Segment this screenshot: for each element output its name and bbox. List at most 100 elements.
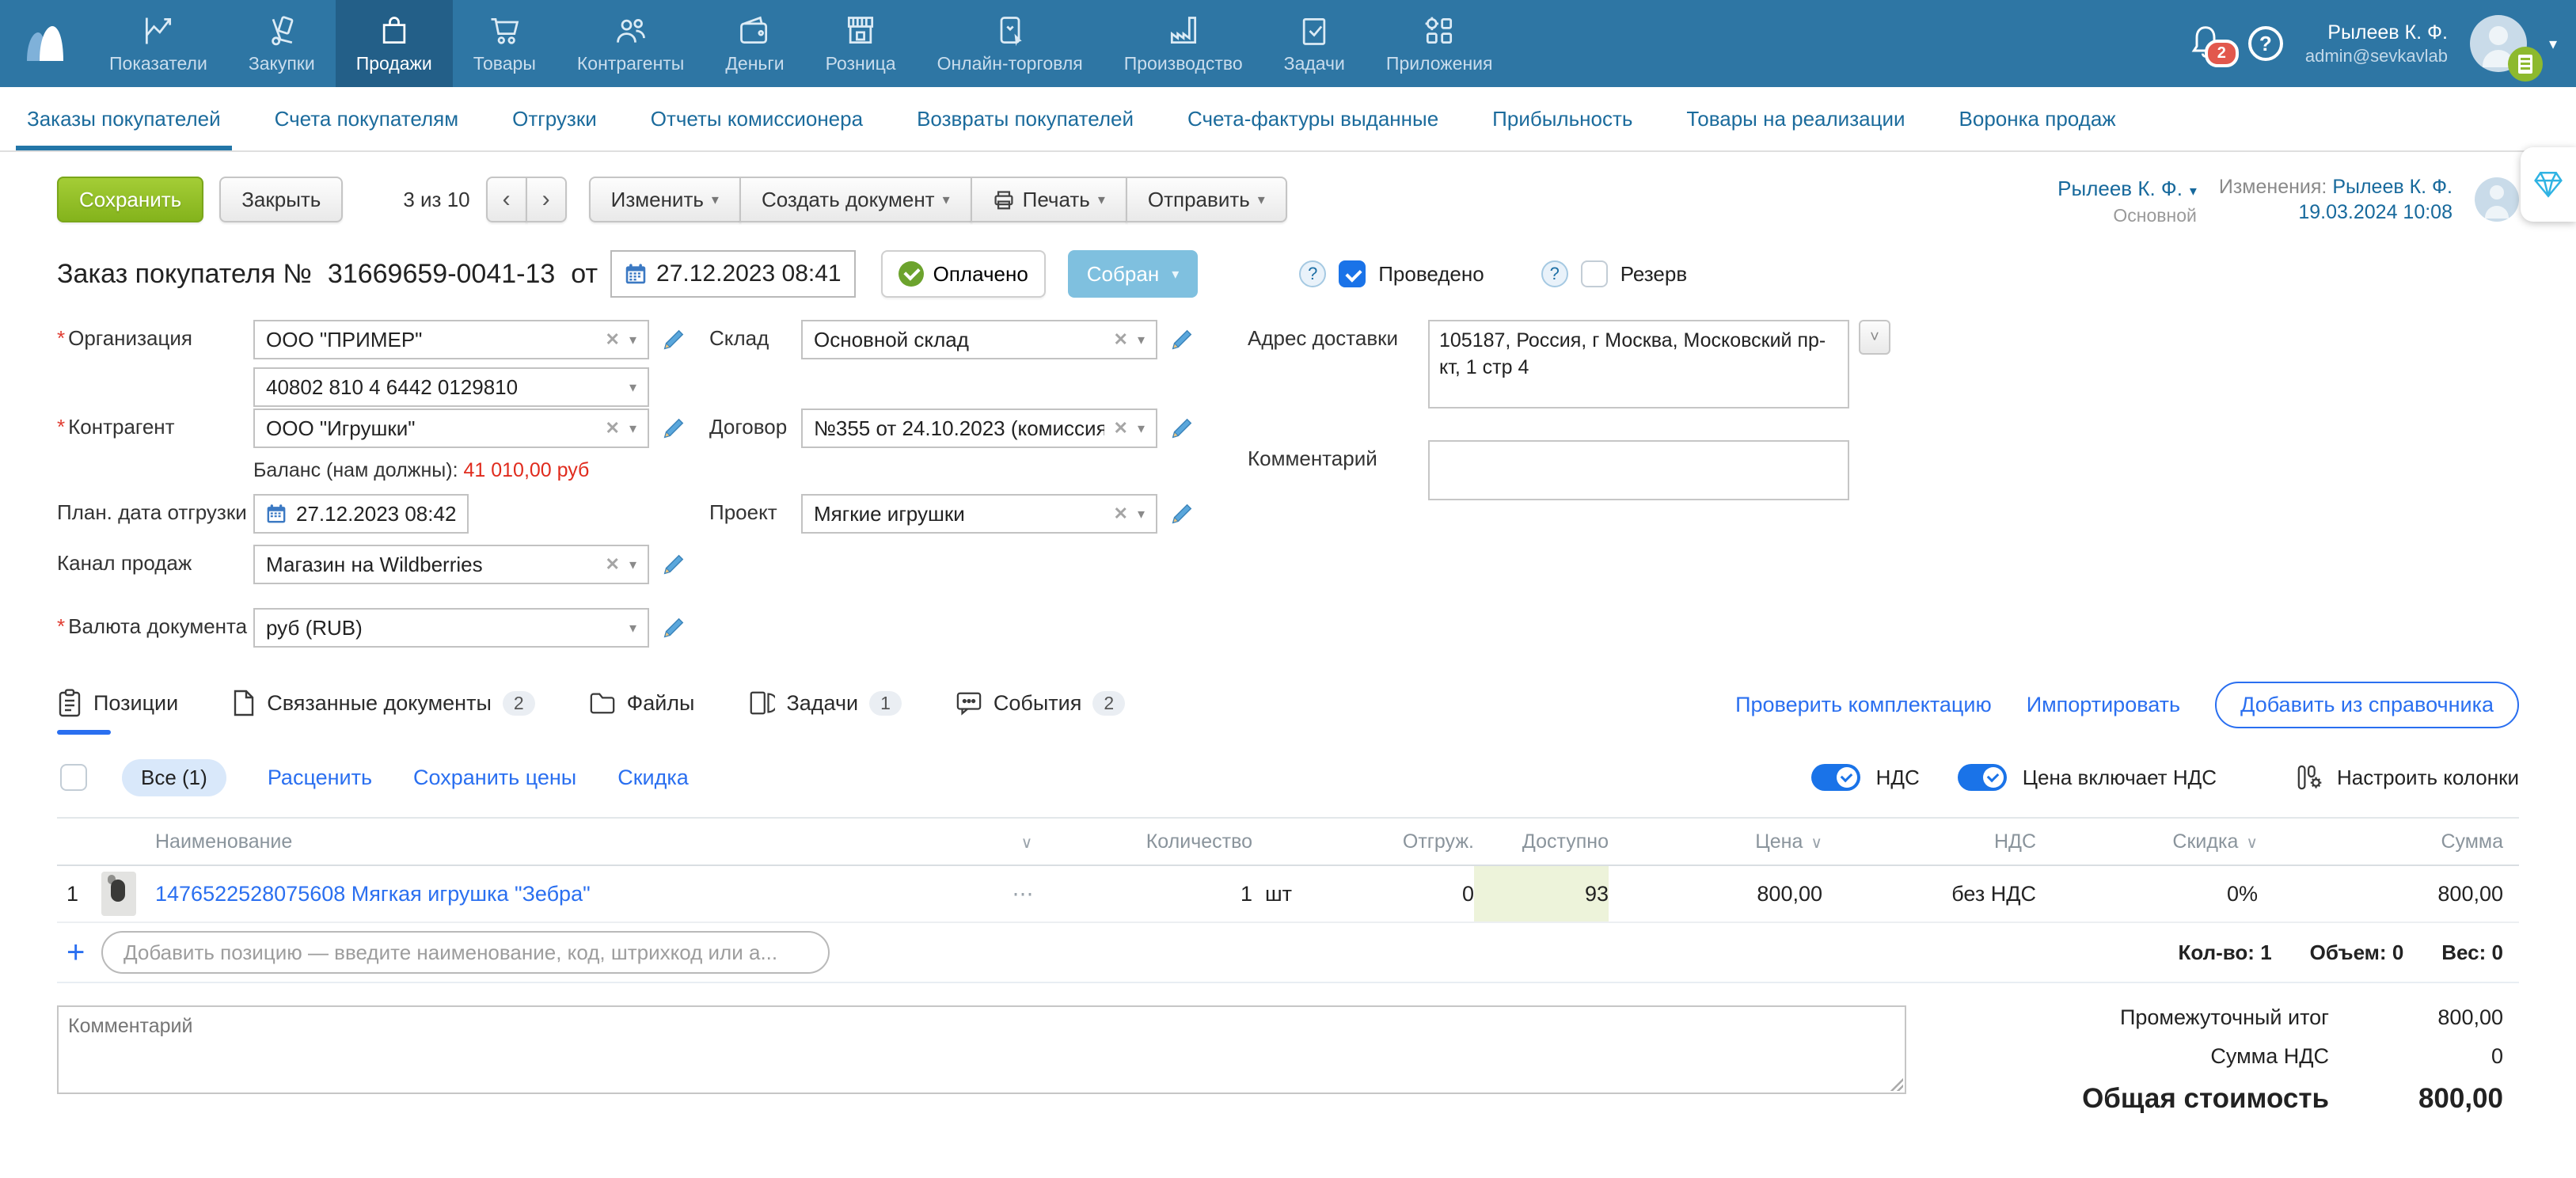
clear-icon[interactable]: ✕ bbox=[1114, 418, 1128, 439]
vat-toggle[interactable] bbox=[1811, 764, 1860, 791]
counterparty-edit-pencil-icon[interactable] bbox=[662, 416, 686, 440]
row-qty[interactable]: 1 bbox=[1062, 882, 1252, 906]
price-includes-vat-toggle[interactable] bbox=[1958, 764, 2007, 791]
row-discount[interactable]: 0% bbox=[2036, 882, 2258, 906]
table-row[interactable]: 1 1476522528075608 Мягкая игрушка "Зебра… bbox=[57, 866, 2519, 923]
currency-select[interactable]: руб (RUB) ▾ bbox=[253, 608, 649, 648]
assembly-state-button[interactable]: Собран ▾ bbox=[1068, 250, 1198, 298]
tab-linked-documents[interactable]: Связанные документы 2 bbox=[232, 689, 534, 720]
document-datetime-input[interactable]: 27.12.2023 08:41 bbox=[610, 250, 856, 298]
order-comment-textarea[interactable] bbox=[57, 1005, 1906, 1094]
sales-channel-select[interactable]: Магазин на Wildberries ✕▾ bbox=[253, 545, 649, 584]
prev-document-button[interactable]: ‹ bbox=[486, 177, 527, 222]
organization-edit-pencil-icon[interactable] bbox=[662, 328, 686, 352]
caret-down-icon[interactable]: ▾ bbox=[1138, 420, 1145, 437]
add-position-plus-icon[interactable]: + bbox=[57, 935, 101, 971]
warehouse-select[interactable]: Основной склад ✕▾ bbox=[801, 320, 1157, 359]
nav-item-money[interactable]: Деньги bbox=[705, 0, 804, 87]
save-button[interactable]: Сохранить bbox=[57, 177, 203, 222]
counterparty-select[interactable]: ООО "Игрушки" ✕▾ bbox=[253, 408, 649, 448]
print-menu-button[interactable]: Печать▾ bbox=[971, 177, 1127, 222]
resize-handle[interactable] bbox=[1890, 1078, 1903, 1091]
edit-menu-button[interactable]: Изменить▾ bbox=[589, 177, 741, 222]
sales-channel-edit-pencil-icon[interactable] bbox=[662, 553, 686, 576]
tab-commissioner-reports[interactable]: Отчеты комиссионера bbox=[624, 87, 890, 150]
contract-edit-pencil-icon[interactable] bbox=[1170, 416, 1194, 440]
caret-down-icon[interactable]: ▾ bbox=[1138, 332, 1145, 348]
discount-link[interactable]: Скидка bbox=[617, 766, 689, 790]
clear-icon[interactable]: ✕ bbox=[1114, 329, 1128, 350]
header-qty[interactable]: Количество bbox=[1062, 830, 1252, 853]
caret-down-icon[interactable]: ▾ bbox=[1138, 506, 1145, 522]
contract-select[interactable]: №355 от 24.10.2023 (комиссия) ✕▾ bbox=[801, 408, 1157, 448]
nav-item-retail[interactable]: Розница bbox=[805, 0, 917, 87]
warehouse-edit-pencil-icon[interactable] bbox=[1170, 328, 1194, 352]
tab-customer-returns[interactable]: Возвраты покупателей bbox=[890, 87, 1161, 150]
nav-item-apps[interactable]: Приложения bbox=[1366, 0, 1514, 87]
clear-icon[interactable]: ✕ bbox=[1114, 504, 1128, 524]
tab-files[interactable]: Файлы bbox=[589, 691, 695, 719]
clear-icon[interactable]: ✕ bbox=[606, 418, 620, 439]
add-position-input[interactable] bbox=[101, 931, 830, 974]
user-avatar[interactable] bbox=[2470, 15, 2527, 72]
product-thumbnail[interactable] bbox=[101, 872, 136, 916]
tab-shipments[interactable]: Отгрузки bbox=[485, 87, 624, 150]
select-all-checkbox[interactable] bbox=[60, 764, 87, 791]
nav-item-purchases[interactable]: Закупки bbox=[228, 0, 336, 87]
help-icon[interactable]: ? bbox=[2248, 26, 2283, 61]
delivery-address-expand-button[interactable]: ˅ bbox=[1859, 320, 1890, 355]
changes-author-link[interactable]: Рылеев К. Ф. bbox=[2332, 176, 2453, 198]
nav-item-goods[interactable]: Товары bbox=[453, 0, 557, 87]
document-number[interactable]: 31669659-0041-13 bbox=[328, 259, 555, 290]
comment-field-textarea[interactable] bbox=[1428, 440, 1849, 500]
tab-events[interactable]: События 2 bbox=[956, 690, 1125, 719]
caret-down-icon[interactable]: ▾ bbox=[629, 420, 636, 437]
project-select[interactable]: Мягкие игрушки ✕▾ bbox=[801, 494, 1157, 534]
delivery-address-textarea[interactable]: 105187, Россия, г Москва, Московский пр-… bbox=[1428, 320, 1849, 408]
tab-sales-funnel[interactable]: Воронка продаж bbox=[1932, 87, 2143, 150]
tab-goods-on-consignment[interactable]: Товары на реализации bbox=[1659, 87, 1932, 150]
caret-down-icon[interactable]: ▾ bbox=[629, 379, 636, 396]
add-from-catalog-button[interactable]: Добавить из справочника bbox=[2215, 682, 2519, 728]
tab-tasks[interactable]: Задачи 1 bbox=[748, 690, 901, 720]
reserve-help-icon[interactable]: ? bbox=[1541, 260, 1568, 287]
create-document-menu-button[interactable]: Создать документ▾ bbox=[739, 177, 972, 222]
header-available[interactable]: Доступно bbox=[1474, 819, 1609, 864]
project-edit-pencil-icon[interactable] bbox=[1170, 502, 1194, 526]
configure-columns-button[interactable]: Настроить колонки bbox=[2296, 764, 2519, 791]
nav-item-production[interactable]: Производство bbox=[1104, 0, 1263, 87]
close-button[interactable]: Закрыть bbox=[219, 177, 343, 222]
reserve-checkbox[interactable] bbox=[1581, 260, 1608, 287]
import-link[interactable]: Импортировать bbox=[2027, 693, 2180, 717]
user-info[interactable]: Рылеев К. Ф. admin@sevkavlab bbox=[2305, 21, 2448, 67]
posted-checkbox[interactable] bbox=[1339, 260, 1366, 287]
nav-item-counterparties[interactable]: Контрагенты bbox=[557, 0, 705, 87]
bank-account-select[interactable]: 40802 810 4 6442 0129810 ▾ bbox=[253, 367, 649, 407]
row-actions-icon[interactable]: ⋯ bbox=[1013, 882, 1034, 906]
header-price[interactable]: Цена∨ bbox=[1609, 830, 1822, 853]
save-prices-link[interactable]: Сохранить цены bbox=[413, 766, 576, 790]
tab-profitability[interactable]: Прибыльность bbox=[1465, 87, 1659, 150]
tab-customer-orders[interactable]: Заказы покупателей bbox=[0, 87, 248, 150]
notifications-bell-icon[interactable]: 2 bbox=[2188, 23, 2226, 64]
nav-item-indicators[interactable]: Показатели bbox=[89, 0, 228, 87]
bonus-gem-widget[interactable] bbox=[2521, 147, 2576, 222]
tab-issued-invoices[interactable]: Счета-фактуры выданные bbox=[1161, 87, 1465, 150]
tab-positions[interactable]: Позиции bbox=[57, 689, 178, 720]
product-name-link[interactable]: 1476522528075608 Мягкая игрушка "Зебра" bbox=[155, 882, 591, 906]
user-menu-caret-icon[interactable]: ▾ bbox=[2549, 34, 2557, 54]
paid-status-button[interactable]: Оплачено bbox=[881, 250, 1046, 298]
header-name[interactable]: Наименование bbox=[155, 830, 292, 853]
owner-name-link[interactable]: Рылеев К. Ф. bbox=[2057, 177, 2183, 200]
filter-all-pill[interactable]: Все (1) bbox=[122, 759, 226, 796]
currency-edit-pencil-icon[interactable] bbox=[662, 616, 686, 640]
check-kit-link[interactable]: Проверить комплектацию bbox=[1735, 693, 1992, 717]
row-price[interactable]: 800,00 bbox=[1609, 882, 1822, 906]
caret-down-icon[interactable]: ▾ bbox=[629, 557, 636, 573]
header-sum[interactable]: Сумма bbox=[2258, 830, 2519, 853]
header-discount[interactable]: Скидка∨ bbox=[2036, 830, 2258, 853]
send-menu-button[interactable]: Отправить▾ bbox=[1126, 177, 1287, 222]
clear-icon[interactable]: ✕ bbox=[606, 329, 620, 350]
ship-date-input[interactable]: 27.12.2023 08:42 bbox=[253, 494, 469, 534]
caret-down-icon[interactable]: ▾ bbox=[629, 620, 636, 636]
